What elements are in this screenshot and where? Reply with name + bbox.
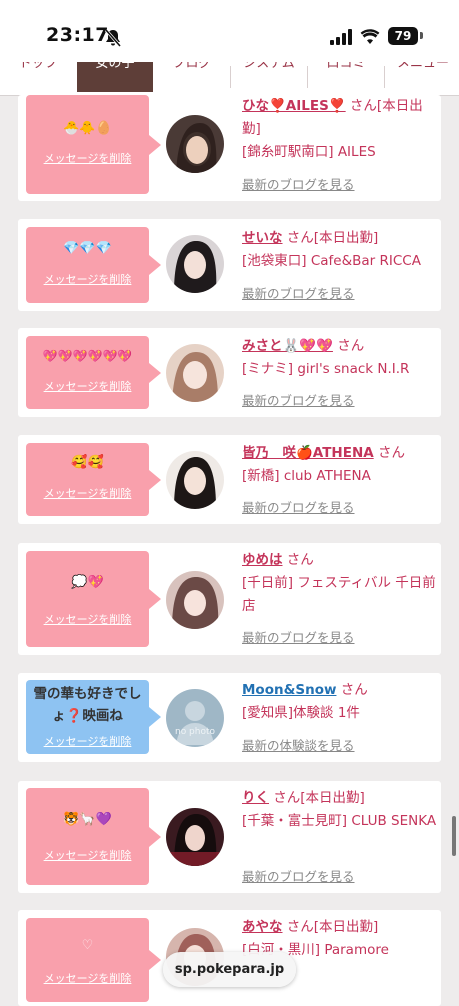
cast-suffix: さん[本日出勤]: [269, 790, 365, 806]
avatar[interactable]: [166, 571, 224, 629]
tab-blog[interactable]: ブログ: [154, 62, 230, 92]
battery-indicator: 79: [388, 27, 418, 45]
message-emoji: 🥰🥰: [71, 455, 104, 470]
delete-message-link[interactable]: メッセージを削除: [26, 378, 149, 394]
cast-name-link[interactable]: Moon&Snow: [242, 682, 336, 698]
delete-message-link[interactable]: メッセージを削除: [26, 485, 149, 501]
message-bubble: 💎💎💎 メッセージを削除: [26, 227, 161, 303]
avatar-no-photo[interactable]: no photo: [166, 689, 224, 747]
cast-suffix: さん: [373, 445, 405, 461]
tab-top[interactable]: トップ: [0, 62, 76, 92]
bell-muted-icon: [104, 29, 122, 47]
message-card: 💖💖💖💖💖💖 メッセージを削除 みさと🐰💖💖 さん [ミナミ] girl's s…: [18, 328, 441, 417]
message-card: 💎💎💎 メッセージを削除 せいな さん[本日出勤] [池袋東口] Cafe&Ba…: [18, 219, 441, 311]
battery-tip: [420, 32, 423, 39]
card-info: みさと🐰💖💖 さん [ミナミ] girl's snack N.I.R: [242, 335, 437, 381]
cast-suffix: さん[本日出勤]: [282, 919, 379, 935]
cast-suffix: さん: [332, 338, 365, 354]
message-emoji: 💭💖: [71, 575, 104, 590]
shop-label: [千日前] フェスティバル 千日前店: [242, 575, 436, 614]
message-card: 雪の華も好きでしょ❓映画ね メッセージを削除 no photo Moon&Sno…: [18, 673, 441, 762]
cellular-signal-icon: [330, 29, 352, 45]
cast-name-link[interactable]: りく: [242, 790, 269, 806]
delete-message-link[interactable]: メッセージを削除: [26, 970, 149, 986]
tab-strip: トップ 女の子 ブログ システム 口コミ メニュー: [0, 62, 459, 96]
cast-suffix: さん: [282, 552, 314, 568]
shop-label: [新橋] club ATHENA: [242, 468, 371, 484]
message-bubble: 🥰🥰 メッセージを削除: [26, 443, 161, 516]
message-text: 雪の華も好きでしょ❓映画ね: [33, 686, 142, 724]
card-info: 皆乃 咲🍎ATHENA さん [新橋] club ATHENA: [242, 442, 437, 488]
shop-label: [ミナミ] girl's snack N.I.R: [242, 361, 410, 377]
message-bubble: 💭💖 メッセージを削除: [26, 551, 161, 647]
shop-label: [愛知県]体験談 1件: [242, 705, 360, 721]
cast-name-link[interactable]: せいな: [242, 230, 283, 246]
latest-blog-link[interactable]: 最新のブログを見る: [242, 174, 355, 193]
shop-label: [千葉・富士見町] CLUB SENKA: [242, 813, 437, 829]
latest-blog-link[interactable]: 最新のブログを見る: [242, 390, 355, 409]
avatar[interactable]: [166, 451, 224, 509]
message-emoji: 💖💖💖💖💖💖: [42, 349, 133, 363]
wifi-icon: [360, 29, 380, 44]
latest-blog-link[interactable]: 最新のブログを見る: [242, 497, 355, 516]
latest-review-link[interactable]: 最新の体験談を見る: [242, 735, 355, 754]
latest-blog-link[interactable]: 最新のブログを見る: [242, 627, 355, 646]
cast-name-link[interactable]: ひな❣️AILES❣️: [242, 98, 346, 114]
no-photo-silhouette-icon: [176, 701, 214, 745]
message-emoji: ♡: [81, 938, 94, 953]
no-photo-label: no photo: [174, 727, 216, 737]
delete-message-link[interactable]: メッセージを削除: [26, 150, 149, 166]
tab-menu[interactable]: メニュー: [385, 62, 459, 92]
shop-label: [錦糸町駅南口] AILES: [242, 144, 376, 160]
tab-system[interactable]: システム: [231, 62, 307, 92]
latest-blog-link[interactable]: 最新のブログを見る: [242, 866, 355, 885]
message-emoji: 💎💎💎: [63, 241, 112, 256]
message-card: 🥰🥰 メッセージを削除 皆乃 咲🍎ATHENA さん [新橋] club ATH…: [18, 435, 441, 524]
cast-name-link[interactable]: ゆめは: [242, 552, 283, 568]
message-bubble: 🐯🦙💜 メッセージを削除: [26, 788, 161, 885]
status-time: 23:17: [46, 24, 109, 46]
delete-message-link[interactable]: メッセージを削除: [26, 271, 149, 287]
message-emoji: 🐯🦙💜: [63, 812, 112, 827]
delete-message-link[interactable]: メッセージを削除: [26, 733, 149, 749]
card-info: りく さん[本日出勤] [千葉・富士見町] CLUB SENKA: [242, 787, 437, 833]
cast-suffix: さん[本日出勤]: [282, 230, 379, 246]
card-info: ゆめは さん [千日前] フェスティバル 千日前店: [242, 549, 437, 618]
card-info: Moon&Snow さん [愛知県]体験談 1件: [242, 679, 437, 725]
tab-reviews[interactable]: 口コミ: [308, 62, 384, 92]
url-bar[interactable]: sp.pokepara.jp: [163, 952, 296, 987]
avatar[interactable]: [166, 808, 224, 866]
delete-message-link[interactable]: メッセージを削除: [26, 611, 149, 627]
card-info: ひな❣️AILES❣️ さん[本日出勤] [錦糸町駅南口] AILES: [242, 95, 437, 164]
message-card: 💭💖 メッセージを削除 ゆめは さん [千日前] フェスティバル 千日前店 最新…: [18, 543, 441, 655]
avatar[interactable]: [166, 115, 224, 173]
message-bubble: 🐣🐥🥚 メッセージを削除: [26, 95, 161, 194]
cast-name-link[interactable]: みさと🐰💖💖: [242, 338, 333, 354]
message-bubble: 💖💖💖💖💖💖 メッセージを削除: [26, 336, 161, 409]
avatar[interactable]: [166, 235, 224, 293]
cast-suffix: さん: [336, 682, 368, 698]
cast-name-link[interactable]: あやな: [242, 919, 283, 935]
message-emoji: 🐣🐥🥚: [63, 121, 112, 136]
message-card: 🐯🦙💜 メッセージを削除 りく さん[本日出勤] [千葉・富士見町] CLUB …: [18, 781, 441, 893]
avatar[interactable]: [166, 344, 224, 402]
latest-blog-link[interactable]: 最新のブログを見る: [242, 283, 355, 302]
card-info: せいな さん[本日出勤] [池袋東口] Cafe&Bar RICCA: [242, 227, 437, 273]
cast-name-link[interactable]: 皆乃 咲🍎ATHENA: [242, 445, 374, 461]
message-bubble: 雪の華も好きでしょ❓映画ね メッセージを削除: [26, 680, 161, 754]
tab-girls[interactable]: 女の子: [77, 62, 153, 92]
status-bar: 23:17 79: [0, 0, 459, 62]
delete-message-link[interactable]: メッセージを削除: [26, 847, 149, 863]
message-card: 🐣🐥🥚 メッセージを削除 ひな❣️AILES❣️ さん[本日出勤] [錦糸町駅南…: [18, 95, 441, 201]
scrollbar-thumb[interactable]: [452, 816, 456, 856]
shop-label: [池袋東口] Cafe&Bar RICCA: [242, 253, 421, 269]
message-bubble: ♡ メッセージを削除: [26, 918, 161, 1002]
